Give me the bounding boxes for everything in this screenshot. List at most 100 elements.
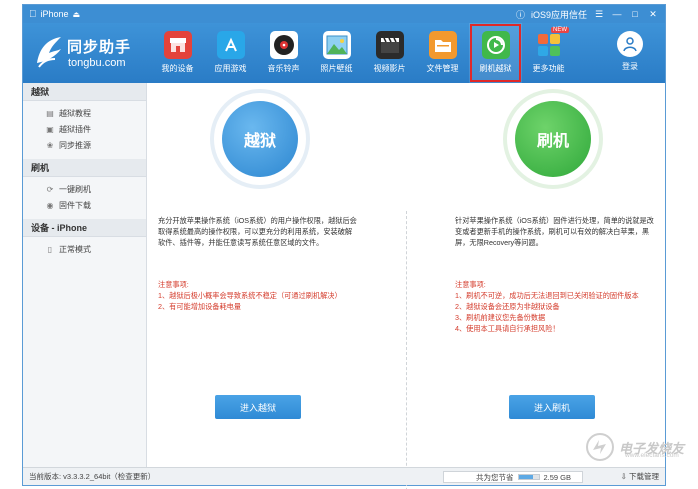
watermark: 电子发烧友 www.elecfans.com [585,432,684,462]
note-line: 1、越狱后极小概率会导致系统不稳定（可通过刷机解决） [158,291,342,300]
jailbreak-circle: 越狱 [222,101,298,177]
nav-files[interactable]: 文件管理 [416,23,469,83]
nav-my-device[interactable]: 我的设备 [151,23,204,83]
flash-notes: 注意事项: 1、刷机不可逆，成功后无法退回到已关闭验证的固件版本 2、越狱设备会… [455,279,675,334]
music-disc-icon [269,31,298,59]
apple-icon:  [29,9,37,20]
sidebar-item-firmware-download[interactable]: ◉ 固件下载 [23,197,146,213]
minimize-icon[interactable]: — [611,8,623,20]
header-toolbar: 同步助手 tongbu.com 我的设备 应用游戏 音乐铃声 照片壁纸 视频影片… [23,23,665,83]
flash-circle-ring: 刷机 [507,93,599,185]
status-bar: 当前版本: v3.3.3.2_64bit（检查更新） 共为您节省 2.59 GB… [23,467,665,485]
plugin-icon: ▣ [46,124,54,134]
flash-circle: 刷机 [515,101,591,177]
sidebar-item-label: 正常模式 [59,244,91,254]
info-icon: ⓘ [515,9,525,20]
note-line: 4、使用本工具请自行承担风险！ [455,324,560,333]
download-label: 下载管理 [629,472,659,481]
download-manager-button[interactable]: ⇩ 下载管理 [621,471,659,482]
title-bar:  iPhone ⏏ ⓘ iOS9应用信任 ☰ — □ ✕ [23,5,665,23]
window-controls: ⓘ iOS9应用信任 ☰ — □ ✕ [516,8,659,21]
sidebar: 越狱 ▤ 越狱教程 ▣ 越狱插件 ❀ 同步推源 刷机 ⟳ 一键刷机 ◉ 固件下载… [23,83,147,469]
main-content: 越狱 充分开放苹果操作系统（iOS系统）的用户操作权限，越狱后会取得系统最高的操… [148,83,665,489]
flash-panel: 刷机 针对苹果操作系统（iOS系统）固件进行处理，简单的说就是改变或者更新手机的… [407,83,665,469]
app-window:  iPhone ⏏ ⓘ iOS9应用信任 ☰ — □ ✕ 同步助手 tongb… [22,4,666,489]
logo: 同步助手 tongbu.com [33,33,143,73]
folder-icon [428,31,457,59]
close-icon[interactable]: ✕ [647,8,659,20]
source-icon: ❀ [46,140,54,150]
maximize-icon[interactable]: □ [629,8,641,20]
nav-label: 视频影片 [373,64,406,73]
version-label[interactable]: 当前版本: v3.3.3.2_64bit（检查更新） [29,471,155,482]
main-nav: 我的设备 应用游戏 音乐铃声 照片壁纸 视频影片 文件管理 刷机越狱 NEW 更… [151,23,575,83]
sidebar-items-flash: ⟳ 一键刷机 ◉ 固件下载 [23,177,146,219]
menu-icon[interactable]: ☰ [593,8,605,20]
sidebar-item-one-click-flash[interactable]: ⟳ 一键刷机 [23,181,146,197]
nav-videos[interactable]: 视频影片 [363,23,416,83]
login-label: 登录 [622,62,638,71]
jailbreak-panel: 越狱 充分开放苹果操作系统（iOS系统）的用户操作权限，越狱后会取得系统最高的操… [148,83,406,469]
sidebar-item-label: 越狱教程 [59,108,91,118]
logo-name: 同步助手 [67,39,132,56]
sidebar-item-label: 越狱插件 [59,124,91,134]
sidebar-items-device: ▯ 正常模式 [23,237,146,263]
book-icon: ▤ [46,108,54,118]
jailbreak-notes: 注意事项: 1、越狱后极小概率会导致系统不稳定（可通过刷机解决） 2、有可能增加… [158,279,378,312]
nav-photos[interactable]: 照片壁纸 [310,23,363,83]
firmware-icon: ◉ [46,200,54,210]
more-apps-icon [535,31,563,59]
enter-flash-button[interactable]: 进入刷机 [509,395,595,419]
watermark-sub: www.elecfans.com [625,452,679,459]
nav-more[interactable]: NEW 更多功能 [522,23,575,83]
flash-icon [481,31,510,59]
note-line: 2、有可能增加设备耗电量 [158,302,242,311]
clapper-icon [375,31,404,59]
nav-label: 刷机越狱 [479,64,512,73]
sidebar-item-normal-mode[interactable]: ▯ 正常模式 [23,241,146,257]
eject-icon[interactable]: ⏏ [73,10,81,19]
device-name: iPhone [33,9,69,19]
notes-title: 注意事项: [158,280,189,289]
sidebar-items-jailbreak: ▤ 越狱教程 ▣ 越狱插件 ❀ 同步推源 [23,101,146,159]
space-progress-fill [518,475,533,479]
jailbreak-circle-ring: 越狱 [214,93,306,185]
watermark-logo-icon [586,433,614,461]
flash-small-icon: ⟳ [46,184,54,194]
flash-description: 针对苹果操作系统（iOS系统）固件进行处理，简单的说就是改变或者更新手机的操作系… [455,216,654,247]
sidebar-item-jailbreak-tutorial[interactable]: ▤ 越狱教程 [23,105,146,121]
sidebar-item-label: 同步推源 [59,140,91,150]
note-line: 1、刷机不可逆，成功后无法退回到已关闭验证的固件版本 [455,291,639,300]
user-icon [617,31,643,57]
photo-icon [322,31,351,59]
nav-label: 文件管理 [426,64,459,73]
store-icon [163,31,192,59]
login-button[interactable]: 登录 [617,31,643,72]
sidebar-section-flash: 刷机 [23,159,146,177]
note-line: 3、刷机前建议您先备份数据 [455,313,546,322]
appstore-icon [216,31,245,59]
new-badge: NEW [551,27,569,33]
nav-apps-games[interactable]: 应用游戏 [204,23,257,83]
ios9-trust-link[interactable]: iOS9应用信任 [531,8,587,21]
enter-jailbreak-button[interactable]: 进入越狱 [215,395,301,419]
nav-label: 音乐铃声 [267,64,300,73]
sidebar-item-label: 固件下载 [59,200,91,210]
notes-title: 注意事项: [455,280,486,289]
nav-label: 我的设备 [161,64,194,73]
space-saved-label: 共为您节省 [476,472,514,482]
logo-domain: tongbu.com [68,57,126,69]
download-icon: ⇩ [620,472,627,481]
space-saved-value: 2.59 GB [543,472,572,482]
sidebar-item-jailbreak-plugins[interactable]: ▣ 越狱插件 [23,121,146,137]
nav-label: 照片壁纸 [320,64,353,73]
sidebar-item-label: 一键刷机 [59,184,91,194]
space-saved: 共为您节省 2.59 GB [443,471,583,483]
nav-music[interactable]: 音乐铃声 [257,23,310,83]
nav-label: 更多功能 [532,64,565,73]
nav-flash-jailbreak[interactable]: 刷机越狱 [469,23,522,83]
sidebar-item-tongbu-source[interactable]: ❀ 同步推源 [23,137,146,153]
note-line: 2、越狱设备会还原为非越狱设备 [455,302,560,311]
sidebar-section-device: 设备 - iPhone [23,219,146,237]
phone-mode-icon: ▯ [47,244,53,254]
